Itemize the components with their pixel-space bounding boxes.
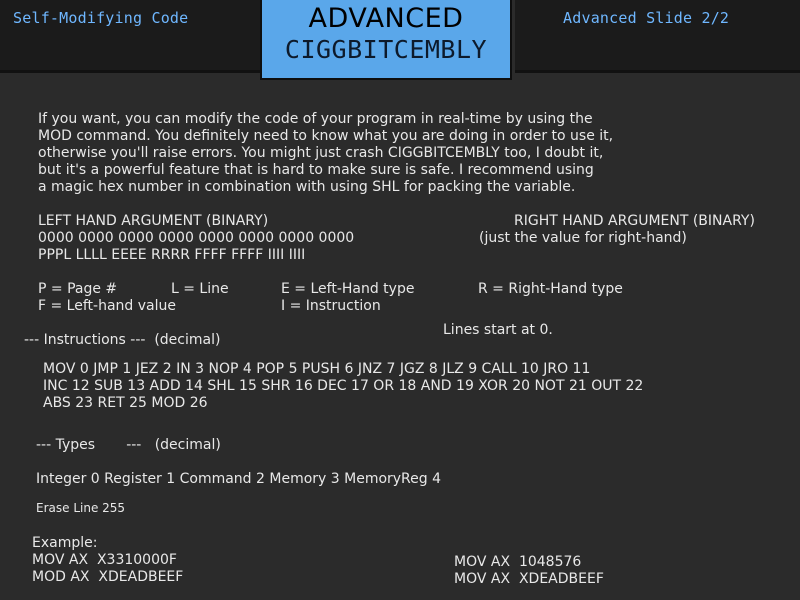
legend-line: L = Line	[171, 281, 229, 297]
legend-left-type: E = Left-Hand type	[281, 281, 415, 297]
left-arg-heading: LEFT HAND ARGUMENT (BINARY)	[38, 213, 269, 229]
intro-line-4: but it's a powerful feature that is hard…	[38, 162, 594, 178]
intro-line-5: a magic hex number in combination with u…	[38, 179, 576, 195]
instructions-row-3: ABS 23 RET 25 MOD 26	[43, 395, 208, 411]
title-banner: ADVANCED CIGGBITCEMBLY	[260, 0, 512, 80]
intro-line-1: If you want, you can modify the code of …	[38, 111, 593, 127]
types-list: Integer 0 Register 1 Command 2 Memory 3 …	[36, 471, 442, 487]
legend-right-type: R = Right-Hand type	[478, 281, 623, 297]
types-heading: --- Types --- (decimal)	[36, 437, 221, 453]
legend-left-value: F = Left-hand value	[38, 298, 176, 314]
instructions-heading: --- Instructions --- (decimal)	[24, 332, 221, 348]
intro-line-3: otherwise you'll raise errors. You might…	[38, 145, 604, 161]
legend-instruction: I = Instruction	[281, 298, 381, 314]
erase-line-note: Erase Line 255	[36, 501, 126, 515]
instructions-row-1: MOV 0 JMP 1 JEZ 2 IN 3 NOP 4 POP 5 PUSH …	[43, 361, 591, 377]
example-right-line-1: MOV AX 1048576	[454, 554, 582, 570]
arg-bits: 0000 0000 0000 0000 0000 0000 0000 0000	[38, 230, 355, 246]
example-left-line-1: MOV AX X3310000F	[32, 552, 177, 568]
section-title: Self-Modifying Code	[13, 9, 189, 27]
legend-page: P = Page #	[38, 281, 118, 297]
instructions-row-2: INC 12 SUB 13 ADD 14 SHL 15 SHR 16 DEC 1…	[43, 378, 644, 394]
example-label: Example:	[32, 535, 98, 551]
lines-start-note: Lines start at 0.	[443, 322, 553, 338]
example-right-line-2: MOV AX XDEADBEEF	[454, 571, 604, 587]
slide-screen: Self-Modifying Code Advanced Slide 2/2 A…	[0, 0, 800, 600]
title-advanced: ADVANCED	[308, 3, 464, 34]
example-left-line-2: MOD AX XDEADBEEF	[32, 569, 184, 585]
header-left-panel: Self-Modifying Code	[0, 0, 260, 73]
right-arg-note: (just the value for right-hand)	[479, 230, 687, 246]
arg-bit-layout: PPPL LLLL EEEE RRRR FFFF FFFF IIII IIII	[38, 247, 306, 263]
right-arg-heading: RIGHT HAND ARGUMENT (BINARY)	[514, 213, 755, 229]
intro-line-2: MOD command. You definitely need to know…	[38, 128, 614, 144]
header-right-panel: Advanced Slide 2/2	[515, 0, 800, 73]
title-ciggbitcembly: CIGGBITCEMBLY	[284, 35, 488, 64]
slide-indicator: Advanced Slide 2/2	[563, 9, 730, 27]
